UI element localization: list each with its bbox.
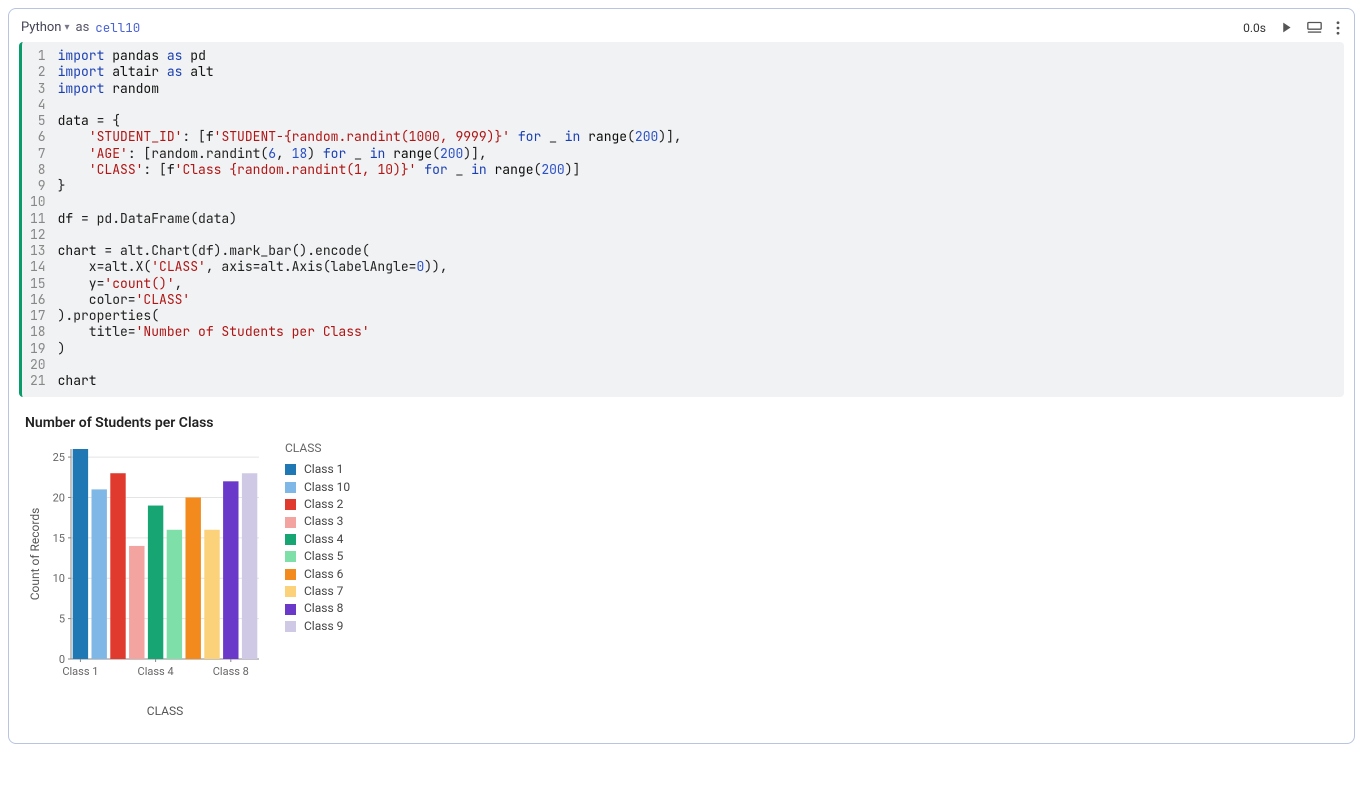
chart-wrap: 0510152025Class 1Class 4Class 8CLASSCoun… [25, 441, 1338, 721]
legend-label: Class 6 [304, 566, 343, 583]
execution-time: 0.0s [1243, 21, 1266, 35]
legend-label: Class 1 [304, 461, 343, 478]
as-label: as [76, 20, 90, 35]
svg-text:Class 8: Class 8 [213, 665, 249, 678]
legend-swatch [285, 464, 296, 475]
legend-swatch [285, 517, 296, 528]
svg-text:Count of Records: Count of Records [28, 508, 42, 601]
legend-swatch [285, 569, 296, 580]
legend-swatch [285, 604, 296, 615]
legend-swatch [285, 499, 296, 510]
svg-text:15: 15 [53, 532, 65, 545]
legend-label: Class 5 [304, 548, 343, 565]
chevron-down-icon: ▾ [64, 22, 69, 33]
legend-label: Class 2 [304, 496, 343, 513]
legend-item: Class 5 [285, 548, 350, 565]
legend-item: Class 2 [285, 496, 350, 513]
legend-item: Class 7 [285, 583, 350, 600]
legend-swatch [285, 534, 296, 545]
chart-plot: 0510152025Class 1Class 4Class 8CLASSCoun… [25, 441, 265, 721]
svg-text:20: 20 [53, 492, 65, 505]
legend-item: Class 8 [285, 600, 350, 617]
svg-text:25: 25 [53, 451, 65, 464]
legend-label: Class 3 [304, 513, 343, 530]
layout-icon[interactable] [1307, 21, 1322, 34]
language-selector[interactable]: Python ▾ [21, 20, 70, 35]
legend-label: Class 4 [304, 531, 343, 548]
svg-text:5: 5 [59, 613, 65, 626]
legend-item: Class 10 [285, 479, 350, 496]
svg-text:Class 4: Class 4 [138, 665, 174, 678]
line-gutter: 1 2 3 4 5 6 7 8 9 10 11 12 13 14 15 16 1… [22, 48, 58, 389]
bar-chart-svg: 0510152025Class 1Class 4Class 8CLASSCoun… [25, 441, 265, 721]
legend-item: Class 6 [285, 566, 350, 583]
chart-title: Number of Students per Class [25, 415, 1338, 431]
run-icon[interactable] [1280, 21, 1293, 34]
legend-item: Class 3 [285, 513, 350, 530]
cell-output: Number of Students per Class 0510152025C… [19, 397, 1344, 725]
legend-item: Class 9 [285, 618, 350, 635]
chart-legend: CLASS Class 1Class 10Class 2Class 3Class… [285, 441, 350, 635]
legend-label: Class 10 [304, 479, 350, 496]
language-label: Python [21, 20, 61, 35]
svg-text:CLASS: CLASS [147, 704, 183, 718]
svg-text:10: 10 [53, 572, 65, 585]
legend-swatch [285, 586, 296, 597]
legend-item: Class 1 [285, 461, 350, 478]
more-icon[interactable] [1336, 21, 1340, 35]
legend-item: Class 4 [285, 531, 350, 548]
cell-header-left: Python ▾ as cell10 [21, 19, 140, 36]
notebook-cell: Python ▾ as cell10 0.0s 1 2 3 4 5 6 7 8 … [8, 8, 1355, 744]
cell-name-input[interactable]: cell10 [95, 19, 140, 36]
legend-swatch [285, 482, 296, 493]
legend-swatch [285, 621, 296, 632]
code-editor[interactable]: 1 2 3 4 5 6 7 8 9 10 11 12 13 14 15 16 1… [19, 42, 1344, 397]
svg-text:Class 1: Class 1 [62, 665, 98, 678]
cell-header: Python ▾ as cell10 0.0s [19, 19, 1344, 42]
cell-header-right: 0.0s [1243, 21, 1340, 35]
code-content[interactable]: import pandas as pd import altair as alt… [58, 48, 1344, 389]
legend-swatch [285, 551, 296, 562]
legend-label: Class 7 [304, 583, 343, 600]
legend-title: CLASS [285, 441, 350, 455]
legend-label: Class 9 [304, 618, 343, 635]
legend-label: Class 8 [304, 600, 343, 617]
